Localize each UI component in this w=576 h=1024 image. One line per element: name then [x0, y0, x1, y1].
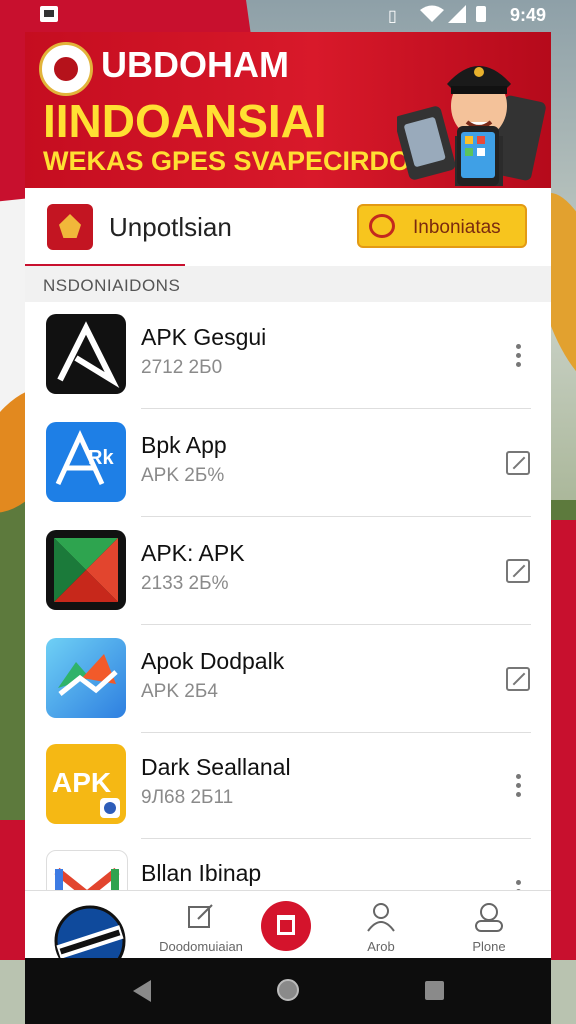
banner-title: UBDOHAM	[101, 44, 289, 85]
info-button[interactable]: Inboniatas	[357, 204, 527, 248]
nav-label: Arob	[367, 939, 395, 954]
svg-text:APK: APK	[52, 767, 111, 798]
app-name: Dark Seallanal	[141, 754, 291, 780]
list-item[interactable]: Rk Bpk App APK 2Б%	[25, 410, 551, 517]
recents-icon[interactable]	[425, 981, 444, 1000]
notification-app-icon	[40, 6, 58, 22]
person-icon	[367, 903, 395, 932]
promo-banner[interactable]: UBDOHAM IINDOANSIAI WEKAS GPES SVAPECIRD…	[25, 32, 551, 188]
svg-text:Rk: Rk	[88, 447, 114, 469]
app-name: Bpk App	[141, 432, 227, 458]
colorful-arrow-icon	[46, 638, 126, 718]
edit-square-icon	[188, 904, 213, 928]
apk-black-logo-icon	[46, 314, 126, 394]
banner-subtitle: WEKAS GPES SVAPECIRDOM	[43, 146, 433, 176]
red-fab-icon	[261, 901, 311, 951]
app-meta: APK 2Б%	[141, 465, 225, 486]
more-vert-icon[interactable]	[501, 338, 535, 372]
list-item[interactable]: APK Dark Seallanal 9Л68 2Б11	[25, 732, 551, 839]
edit-icon[interactable]	[501, 446, 535, 480]
apk-blue-logo-icon: Rk	[46, 422, 126, 502]
list-item[interactable]: APK: APK 2133 2Б%	[25, 518, 551, 625]
system-navigation-bar	[25, 958, 551, 1024]
status-bar: ▯ 9:49	[0, 0, 576, 30]
wifi-icon	[420, 5, 444, 22]
apk-yellow-logo-icon: APK	[46, 744, 126, 824]
signal-icon	[448, 5, 466, 23]
more-vert-icon[interactable]	[501, 768, 535, 802]
app-meta: APK 2Б4	[141, 681, 218, 702]
edit-icon[interactable]	[501, 554, 535, 588]
vibrate-icon: ▯	[388, 8, 397, 25]
section-title: NSDONIAIDONS	[43, 276, 181, 295]
app-brand-name: Unpotlsian	[109, 212, 232, 242]
bottom-navigation: Doodomuiaian Arob Plone	[25, 890, 551, 958]
info-button-label: Inboniatas	[413, 217, 501, 238]
mascot-with-phones-illustration	[397, 66, 546, 186]
app-name: Bllan Ibinap	[141, 860, 262, 886]
home-icon[interactable]	[277, 979, 299, 1001]
back-icon[interactable]	[133, 980, 151, 1002]
app-name: Apok Dodpalk	[141, 648, 285, 674]
app-meta: 9Л68 2Б11	[141, 787, 234, 808]
emblem-seal-icon	[39, 42, 93, 96]
app-name: APK Gesgui	[141, 324, 267, 350]
nav-emblem[interactable]	[45, 891, 135, 958]
garuda-logo-icon	[47, 204, 93, 250]
app-name: APK: APK	[141, 540, 245, 566]
nav-center-fab[interactable]	[251, 891, 321, 958]
list-item[interactable]: APK Gesgui 2712 2Б0	[25, 302, 551, 409]
app-window: UBDOHAM IINDOANSIAI WEKAS GPES SVAPECIRD…	[25, 32, 551, 958]
nav-downloads[interactable]: Doodomuiaian	[151, 891, 251, 958]
nav-label: Doodomuiaian	[159, 939, 243, 954]
app-meta: 2133 2Б%	[141, 573, 229, 594]
status-time: 9:49	[509, 5, 546, 25]
app-header: Unpotlsian Inboniatas	[25, 188, 551, 267]
nav-plone[interactable]: Plone	[449, 891, 529, 958]
banner-headline: IINDOANSIAI	[43, 95, 327, 147]
smiley-icon	[369, 214, 395, 238]
app-meta: 2712 2Б0	[141, 357, 223, 378]
nav-label: Plone	[472, 939, 506, 954]
edit-icon[interactable]	[501, 662, 535, 696]
play-store-like-icon	[46, 530, 126, 610]
section-header: NSDONIAIDONS	[25, 266, 551, 302]
battery-icon	[476, 6, 486, 22]
emblem-icon	[54, 905, 126, 958]
profile-icon	[475, 903, 503, 932]
list-item[interactable]: Apok Dodpalk APK 2Б4	[25, 626, 551, 733]
nav-arob[interactable]: Arob	[341, 891, 421, 958]
